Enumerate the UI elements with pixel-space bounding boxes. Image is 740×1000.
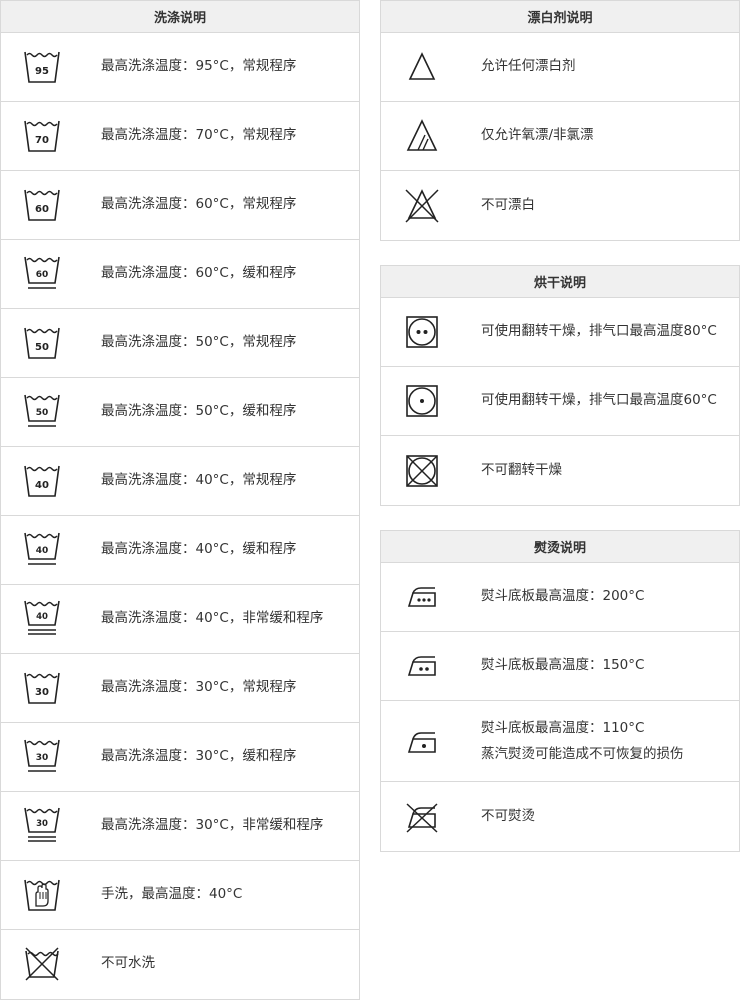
wash-tub-icon: 70 xyxy=(21,115,63,157)
iron-row-110: 熨斗底板最高温度：110°C 蒸汽熨烫可能造成不可恢复的损伤 xyxy=(381,701,739,782)
iron-table: 熨烫说明 熨斗底板最高温度：200°C 熨斗底板最高温度：150°C 熨斗底板最… xyxy=(380,530,740,852)
wash-tub-very-gentle-icon: 30 xyxy=(21,805,63,847)
wash-row-hand-wash: 手洗，最高温度：40°C xyxy=(1,861,359,930)
wash-table-title: 洗涤说明 xyxy=(1,1,359,33)
wash-row-50-normal: 50 最高洗涤温度：50°C，常规程序 xyxy=(1,309,359,378)
wash-tub-icon: 95 xyxy=(21,46,63,88)
wash-row-no-wash: 不可水洗 xyxy=(1,930,359,998)
dry-row-text: 不可翻转干燥 xyxy=(481,461,562,478)
iron-row-text-block: 熨斗底板最高温度：110°C 蒸汽熨烫可能造成不可恢复的损伤 xyxy=(481,715,684,767)
tumble-dry-high-icon xyxy=(401,311,443,353)
non-chlorine-bleach-icon xyxy=(401,115,443,157)
wash-tub-icon: 40 xyxy=(21,460,63,502)
wash-tub-gentle-icon: 40 xyxy=(21,529,63,571)
bleach-row-oxygen: 仅允许氧漂/非氯漂 xyxy=(381,102,739,171)
wash-tub-gentle-icon: 50 xyxy=(21,391,63,433)
wash-tub-gentle-icon: 60 xyxy=(21,253,63,295)
wash-row-60-gentle: 60 最高洗涤温度：60°C，缓和程序 xyxy=(1,240,359,309)
iron-row-150: 熨斗底板最高温度：150°C xyxy=(381,632,739,701)
wash-row-30-very-gentle: 30 最高洗涤温度：30°C，非常缓和程序 xyxy=(1,792,359,861)
wash-row-text: 最高洗涤温度：60°C，常规程序 xyxy=(101,196,297,213)
dry-row-none: 不可翻转干燥 xyxy=(381,436,739,505)
iron-row-text: 熨斗底板最高温度：200°C xyxy=(481,588,645,605)
dry-row-text: 可使用翻转干燥，排气口最高温度60°C xyxy=(481,392,717,409)
wash-temp-label: 30 xyxy=(36,819,48,829)
wash-temp-label: 50 xyxy=(35,342,49,353)
wash-temp-label: 95 xyxy=(35,66,49,77)
wash-temp-label: 60 xyxy=(35,204,49,215)
wash-row-text: 最高洗涤温度：40°C，非常缓和程序 xyxy=(101,610,324,627)
wash-row-50-gentle: 50 最高洗涤温度：50°C，缓和程序 xyxy=(1,378,359,447)
dry-row-80: 可使用翻转干燥，排气口最高温度80°C xyxy=(381,298,739,367)
wash-row-30-gentle: 30 最高洗涤温度：30°C，缓和程序 xyxy=(1,723,359,792)
wash-row-text: 最高洗涤温度：70°C，常规程序 xyxy=(101,127,297,144)
bleach-row-text: 允许任何漂白剂 xyxy=(481,58,576,75)
wash-row-text: 最高洗涤温度：50°C，常规程序 xyxy=(101,334,297,351)
wash-row-text: 最高洗涤温度：30°C，缓和程序 xyxy=(101,748,297,765)
dry-row-60: 可使用翻转干燥，排气口最高温度60°C xyxy=(381,367,739,436)
wash-row-30-normal: 30 最高洗涤温度：30°C，常规程序 xyxy=(1,654,359,723)
wash-row-60-normal: 60 最高洗涤温度：60°C，常规程序 xyxy=(1,171,359,240)
bleach-table-title: 漂白剂说明 xyxy=(381,1,739,33)
wash-tub-gentle-icon: 30 xyxy=(21,736,63,778)
hand-wash-icon xyxy=(21,874,63,916)
iron-low-icon xyxy=(401,720,443,762)
wash-tub-icon: 60 xyxy=(21,184,63,226)
tumble-dry-low-icon xyxy=(401,380,443,422)
do-not-bleach-icon xyxy=(401,185,443,227)
iron-row-200: 熨斗底板最高温度：200°C xyxy=(381,563,739,632)
iron-row-text: 不可熨烫 xyxy=(481,807,535,824)
wash-row-40-normal: 40 最高洗涤温度：40°C，常规程序 xyxy=(1,447,359,516)
wash-row-40-gentle: 40 最高洗涤温度：40°C，缓和程序 xyxy=(1,516,359,585)
wash-row-text: 最高洗涤温度：95°C，常规程序 xyxy=(101,58,297,75)
do-not-wash-icon xyxy=(21,943,63,985)
wash-table: 洗涤说明 95 最高洗涤温度：95°C，常规程序 70 最高洗涤温度：70°C，… xyxy=(0,0,360,1000)
dry-table: 烘干说明 可使用翻转干燥，排气口最高温度80°C 可使用翻转干燥，排气口最高温度… xyxy=(380,265,740,506)
bleach-triangle-icon xyxy=(401,46,443,88)
wash-temp-label: 70 xyxy=(35,135,49,146)
wash-row-text: 不可水洗 xyxy=(101,955,155,972)
dry-table-title: 烘干说明 xyxy=(381,266,739,298)
wash-temp-label: 40 xyxy=(36,546,49,556)
bleach-row-text: 不可漂白 xyxy=(481,196,535,213)
wash-tub-icon: 50 xyxy=(21,322,63,364)
wash-temp-label: 30 xyxy=(36,753,49,763)
bleach-row-any: 允许任何漂白剂 xyxy=(381,33,739,102)
dry-row-text: 可使用翻转干燥，排气口最高温度80°C xyxy=(481,323,717,340)
wash-row-text: 最高洗涤温度：30°C，非常缓和程序 xyxy=(101,817,324,834)
wash-temp-label: 40 xyxy=(35,480,49,491)
wash-tub-icon: 30 xyxy=(21,667,63,709)
do-not-iron-icon xyxy=(401,796,443,838)
iron-row-text: 熨斗底板最高温度：150°C xyxy=(481,657,645,674)
wash-row-95-normal: 95 最高洗涤温度：95°C，常规程序 xyxy=(1,33,359,102)
wash-row-text: 最高洗涤温度：30°C，常规程序 xyxy=(101,679,297,696)
iron-medium-icon xyxy=(401,645,443,687)
wash-tub-very-gentle-icon: 40 xyxy=(21,598,63,640)
wash-row-text: 最高洗涤温度：50°C，缓和程序 xyxy=(101,403,297,420)
wash-temp-label: 50 xyxy=(36,408,49,418)
iron-row-warning: 蒸汽熨烫可能造成不可恢复的损伤 xyxy=(481,746,684,762)
wash-row-text: 最高洗涤温度：40°C，缓和程序 xyxy=(101,541,297,558)
iron-high-icon xyxy=(401,576,443,618)
bleach-row-none: 不可漂白 xyxy=(381,171,739,240)
iron-row-none: 不可熨烫 xyxy=(381,782,739,851)
wash-row-text: 手洗，最高温度：40°C xyxy=(101,886,243,903)
wash-row-text: 最高洗涤温度：40°C，常规程序 xyxy=(101,472,297,489)
wash-temp-label: 40 xyxy=(36,612,48,622)
iron-row-text: 熨斗底板最高温度：110°C xyxy=(481,720,645,736)
bleach-row-text: 仅允许氧漂/非氯漂 xyxy=(481,127,594,144)
wash-row-text: 最高洗涤温度：60°C，缓和程序 xyxy=(101,265,297,282)
wash-temp-label: 60 xyxy=(36,270,49,280)
wash-row-40-very-gentle: 40 最高洗涤温度：40°C，非常缓和程序 xyxy=(1,585,359,654)
bleach-table: 漂白剂说明 允许任何漂白剂 仅允许氧漂/非氯漂 不可漂白 xyxy=(380,0,740,241)
iron-table-title: 熨烫说明 xyxy=(381,531,739,563)
wash-temp-label: 30 xyxy=(35,687,49,698)
wash-row-70-normal: 70 最高洗涤温度：70°C，常规程序 xyxy=(1,102,359,171)
do-not-tumble-dry-icon xyxy=(401,450,443,492)
